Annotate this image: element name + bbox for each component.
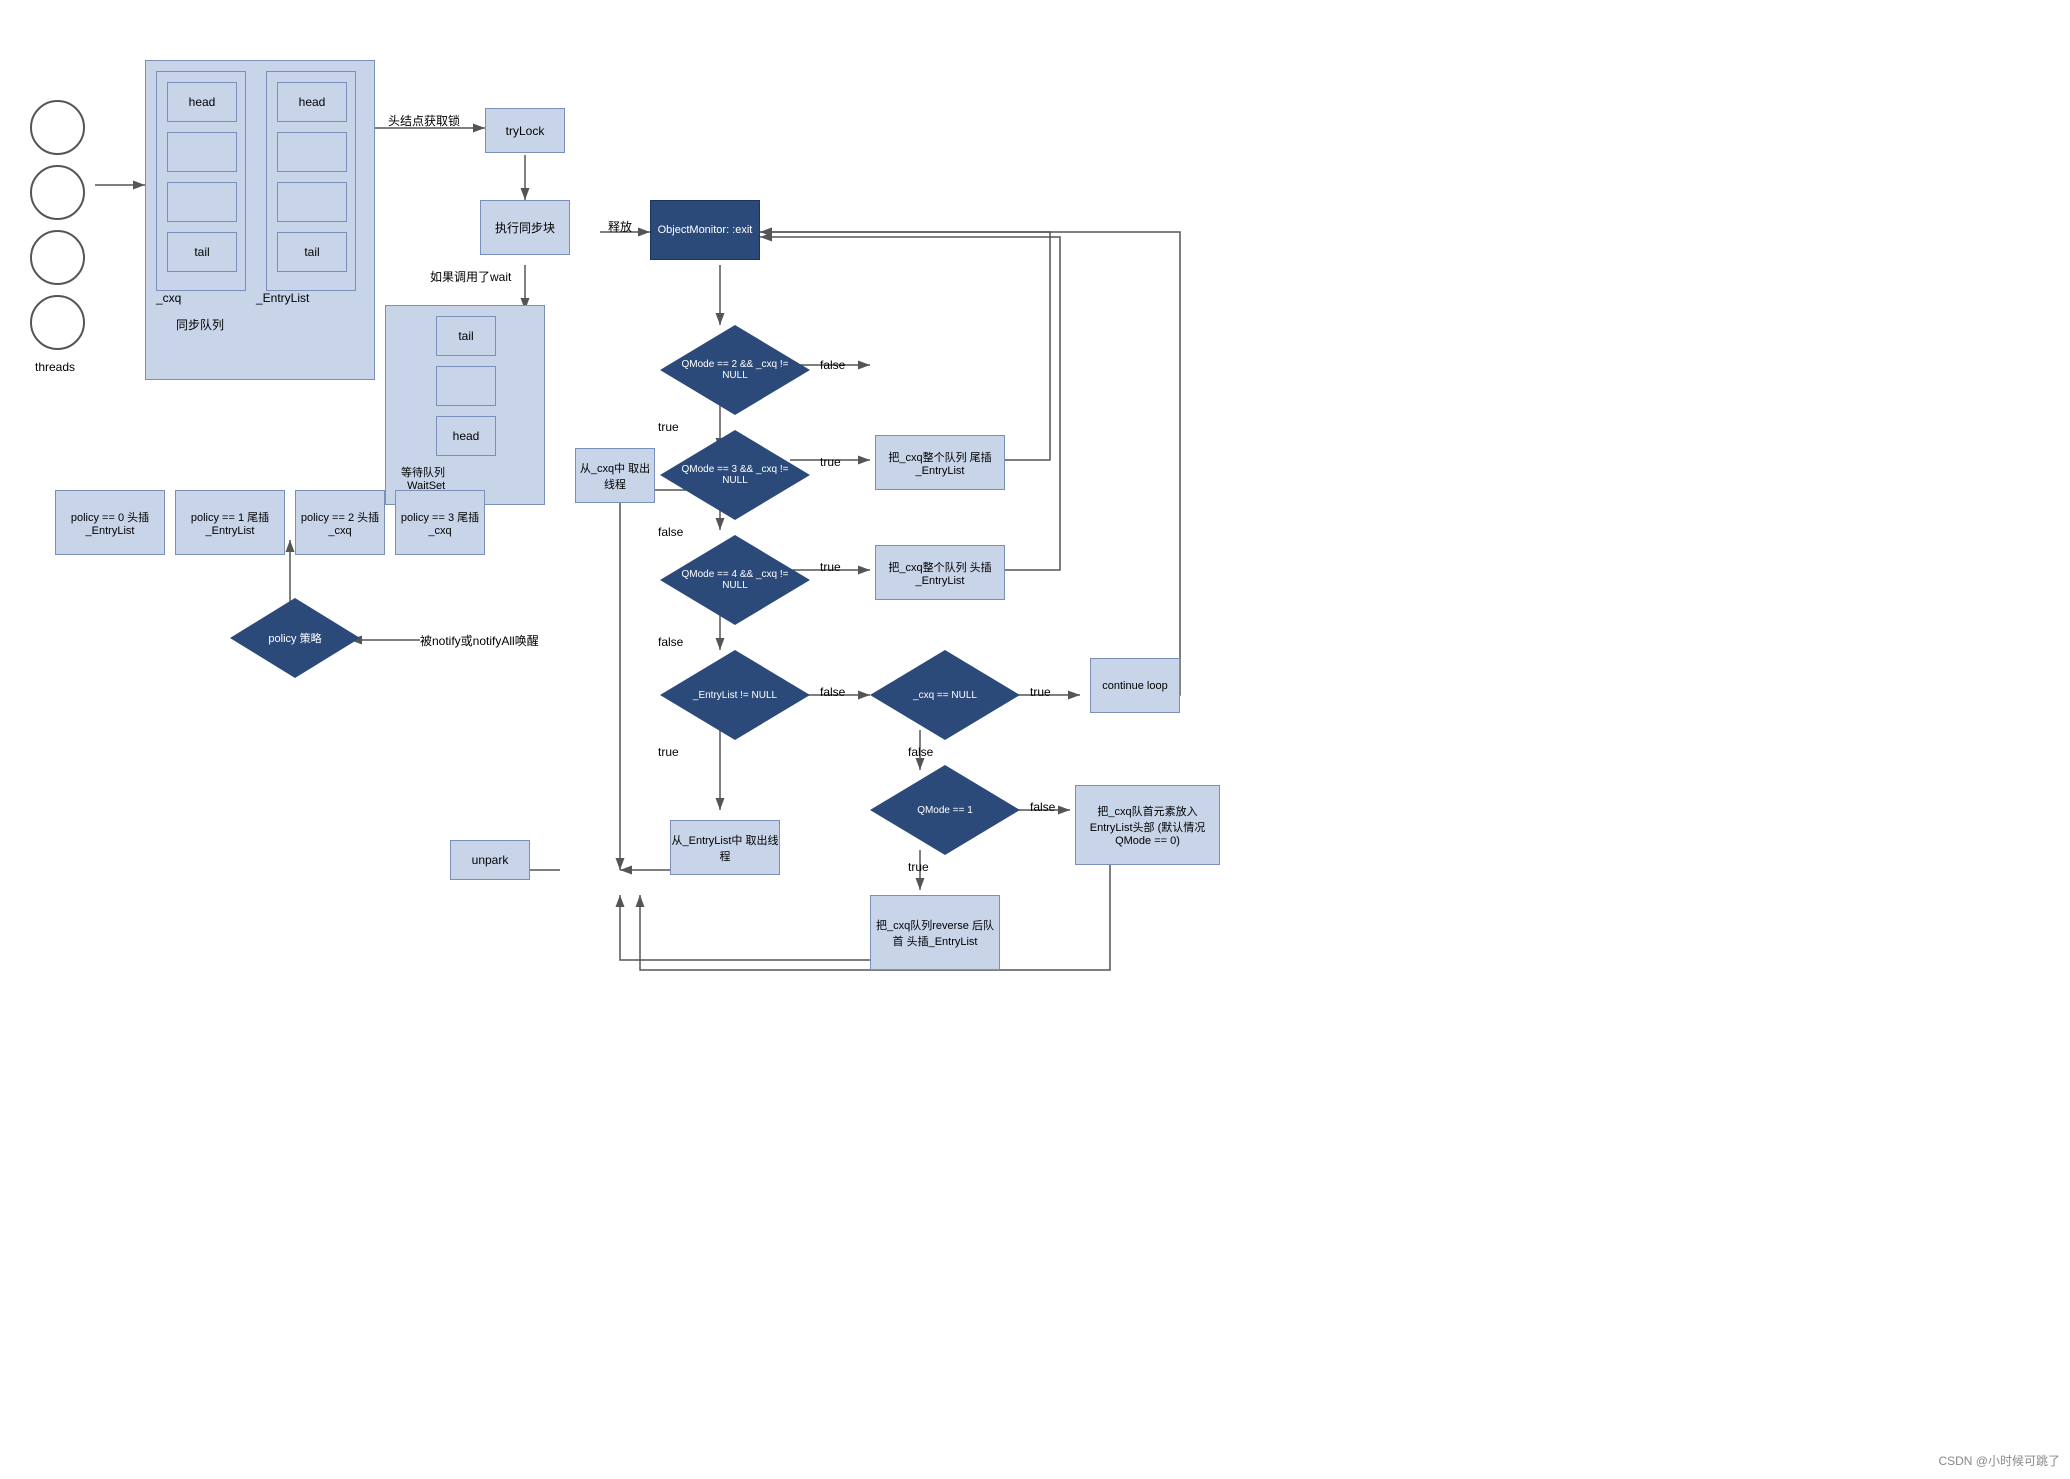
take-from-cxq-box: 从_cxq中 取出线程 bbox=[575, 448, 655, 503]
entry-tail: tail bbox=[277, 232, 347, 272]
cxq-null-false-label: false bbox=[908, 745, 933, 759]
qmode2-diamond: QMode == 2 && _cxq != NULL bbox=[660, 325, 810, 415]
cxq-null-diamond: _cxq == NULL bbox=[870, 650, 1020, 740]
entry-head: head bbox=[277, 82, 347, 122]
qmode3-true-label: true bbox=[820, 455, 841, 469]
entry-list-label: _EntryList bbox=[256, 291, 309, 305]
waitset-container: 等待队列_WaitSet tail head bbox=[385, 305, 545, 505]
continue-loop-box: continue loop bbox=[1090, 658, 1180, 713]
sync-queue-label: 同步队列 bbox=[176, 316, 224, 333]
cxq-list: head tail bbox=[156, 71, 246, 291]
watermark: CSDN @小时候可跳了 bbox=[1938, 1452, 2060, 1469]
policy0-box: policy == 0 头插_EntryList bbox=[55, 490, 165, 555]
thread-circle-3 bbox=[30, 230, 85, 285]
if-wait-label: 如果调用了wait bbox=[430, 268, 511, 285]
cxq-head: head bbox=[167, 82, 237, 122]
entry-cell1 bbox=[277, 132, 347, 172]
unpark-box: unpark bbox=[450, 840, 530, 880]
reverse-cxq-box: 把_cxq队列reverse 后队首 头插_EntryList bbox=[870, 895, 1000, 970]
qmode1-true-label: true bbox=[908, 860, 929, 874]
qmode1-false-label: false bbox=[1030, 800, 1055, 814]
exec-sync-box: 执行同步块 bbox=[480, 200, 570, 255]
release-label: 释放 bbox=[608, 218, 632, 235]
cxq-label: _cxq bbox=[156, 291, 181, 305]
thread-circle-1 bbox=[30, 100, 85, 155]
policy1-box: policy == 1 尾插_EntryList bbox=[175, 490, 285, 555]
entry-not-null-diamond: _EntryList != NULL bbox=[660, 650, 810, 740]
cxq-cell2 bbox=[167, 182, 237, 222]
wait-tail: tail bbox=[436, 316, 496, 356]
notify-label: 被notify或notifyAll唤醒 bbox=[420, 632, 539, 649]
object-monitor-box: ObjectMonitor: :exit bbox=[650, 200, 760, 260]
wait-cell bbox=[436, 366, 496, 406]
qmode1-diamond: QMode == 1 bbox=[870, 765, 1020, 855]
policy3-box: policy == 3 尾插_cxq bbox=[395, 490, 485, 555]
qmode4-diamond: QMode == 4 && _cxq != NULL bbox=[660, 535, 810, 625]
entry-cell2 bbox=[277, 182, 347, 222]
diagram: threads 同步队列 _cxq _EntryList head tail h… bbox=[0, 0, 2070, 1479]
cxq-tail: tail bbox=[167, 232, 237, 272]
entry-list: head tail bbox=[266, 71, 356, 291]
put-cxq-head-box: 把_cxq队首元素放入 EntryList头部 (默认情况 QMode == 0… bbox=[1075, 785, 1220, 865]
qmode4-true-label: true bbox=[820, 560, 841, 574]
qmode4-false-label: false bbox=[658, 635, 683, 649]
cxq-tail-entry-box: 把_cxq整个队列 尾插_EntryList bbox=[875, 435, 1005, 490]
entry-false-label: false bbox=[820, 685, 845, 699]
policy2-box: policy == 2 头插_cxq bbox=[295, 490, 385, 555]
cxq-null-true-label: true bbox=[1030, 685, 1051, 699]
sync-queue-container: 同步队列 _cxq _EntryList head tail head tail bbox=[145, 60, 375, 380]
thread-circle-2 bbox=[30, 165, 85, 220]
wait-head: head bbox=[436, 416, 496, 456]
cxq-cell1 bbox=[167, 132, 237, 172]
head-lock-label: 头结点获取锁 bbox=[388, 112, 460, 129]
threads-label: threads bbox=[35, 360, 75, 374]
qmode2-false-label: false bbox=[820, 358, 845, 372]
thread-circle-4 bbox=[30, 295, 85, 350]
entry-true-label: true bbox=[658, 745, 679, 759]
qmode3-diamond: QMode == 3 && _cxq != NULL bbox=[660, 430, 810, 520]
take-from-entry-box: 从_EntryList中 取出线程 bbox=[670, 820, 780, 875]
trylock-box: tryLock bbox=[485, 108, 565, 153]
cxq-head-entry-box: 把_cxq整个队列 头插_EntryList bbox=[875, 545, 1005, 600]
waitset-label: 等待队列_WaitSet bbox=[401, 464, 445, 492]
policy-diamond: policy 策略 bbox=[230, 598, 360, 678]
